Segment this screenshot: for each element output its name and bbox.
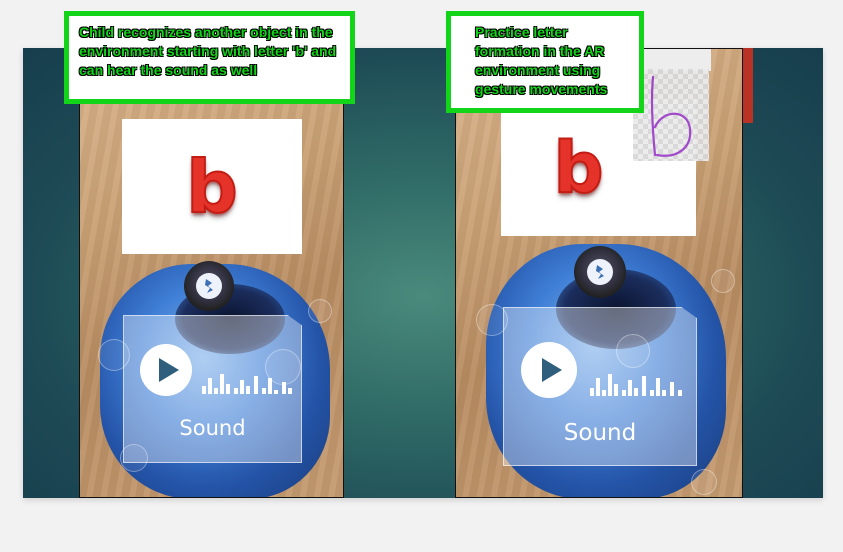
ar-marker-icon[interactable]: [184, 261, 234, 311]
sound-wave-icon: [202, 374, 292, 394]
red-side-tab: [743, 48, 753, 123]
sound-label: Sound: [179, 416, 246, 440]
letter-b-3d: b: [552, 126, 604, 210]
ar-screen-right: b Sound: [455, 48, 743, 498]
ar-particle: [711, 269, 735, 293]
sound-wave-icon: [590, 374, 682, 396]
ar-marker-icon[interactable]: [574, 246, 626, 298]
play-icon[interactable]: [521, 342, 577, 398]
letter-card: b: [122, 119, 302, 254]
callout-right: Practice letter formation in the AR envi…: [446, 11, 644, 113]
ar-screen-left: b Sound: [79, 48, 344, 498]
handwritten-b-icon: [650, 75, 692, 157]
play-icon[interactable]: [140, 344, 192, 396]
letter-b-3d: b: [185, 144, 239, 230]
sound-panel[interactable]: Sound: [123, 315, 302, 463]
sound-panel[interactable]: Sound: [503, 307, 697, 466]
callout-left: Child recognizes another object in the e…: [64, 11, 355, 104]
callout-right-text: Practice letter formation in the AR envi…: [475, 24, 608, 97]
sound-label: Sound: [563, 420, 637, 446]
ar-particle: [691, 469, 717, 495]
callout-left-text: Child recognizes another object in the e…: [79, 24, 337, 78]
ar-particle: [308, 299, 332, 323]
drawing-canvas[interactable]: [633, 69, 709, 161]
